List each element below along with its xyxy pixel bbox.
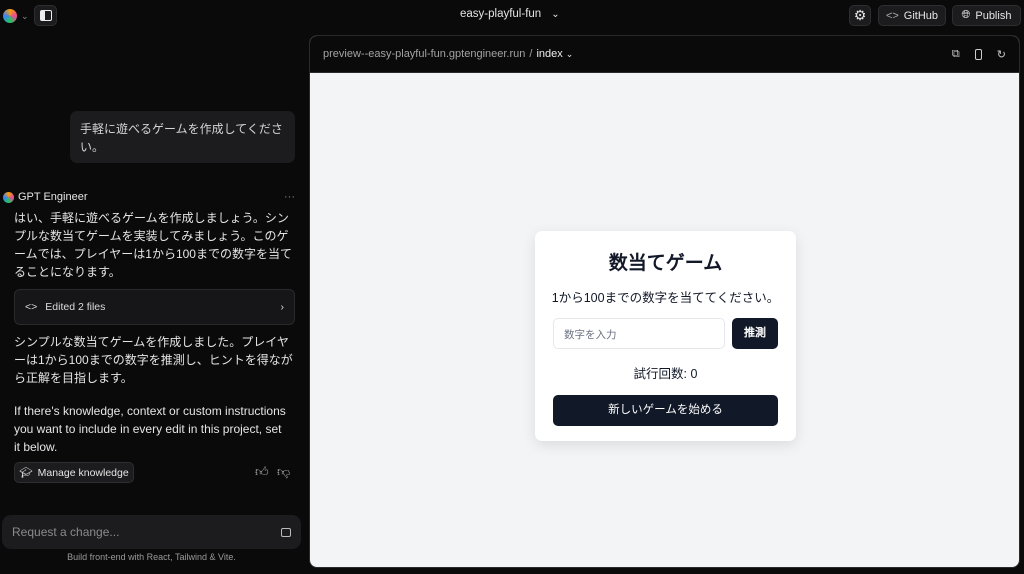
sidebar-icon (39, 10, 52, 21)
open-external-icon[interactable]: ⧉ (952, 48, 960, 61)
page-selector[interactable]: index (536, 48, 562, 60)
project-selector[interactable]: easy-playful-fun ⌄ (460, 8, 560, 20)
graduation-cap-icon: 🎓︎ (19, 467, 33, 479)
toggle-sidebar-button[interactable] (34, 5, 57, 26)
footer-note: Build front-end with React, Tailwind & V… (67, 552, 236, 562)
image-upload-icon[interactable] (281, 527, 291, 537)
chat-input[interactable]: Request a change... (2, 515, 301, 549)
preview-panel: preview--easy-playful-fun.gptengineer.ru… (309, 35, 1020, 568)
number-input-placeholder: 数字を入力 (564, 329, 617, 341)
github-label: GitHub (903, 9, 939, 22)
number-input[interactable]: 数字を入力 (553, 318, 725, 349)
logo-icon (3, 9, 17, 23)
publish-button[interactable]: 🌐︎ Publish (952, 5, 1021, 26)
game-title: 数当てゲーム (608, 253, 723, 274)
preview-url[interactable]: preview--easy-playful-fun.gptengineer.ru… (323, 48, 525, 60)
project-name: easy-playful-fun (460, 8, 542, 20)
code-icon: <> (25, 301, 38, 313)
user-message: 手軽に遊べるゲームを作成してください。 (70, 111, 295, 163)
chat-input-placeholder: Request a change... (12, 525, 120, 539)
assistant-header: GPT Engineer ··· (3, 191, 295, 203)
publish-label: Publish (975, 9, 1012, 22)
new-game-button[interactable]: 新しいゲームを始める (553, 395, 778, 426)
assistant-avatar (3, 191, 14, 203)
edited-files-button[interactable]: <> Edited 2 files › (14, 289, 295, 325)
assistant-name: GPT Engineer (18, 191, 88, 203)
thumbs-up-icon[interactable]: 👍︎ (255, 464, 269, 480)
code-icon: <> (885, 9, 899, 22)
chevron-down-icon: ⌄ (21, 10, 29, 21)
project-menu[interactable]: ⌄ (3, 9, 29, 23)
refresh-icon[interactable]: ↻ (997, 48, 1006, 61)
github-button[interactable]: <> GitHub (878, 5, 946, 26)
chevron-right-icon: › (280, 301, 285, 313)
manage-knowledge-label: Manage knowledge (37, 466, 129, 479)
game-card: 数当てゲーム 1から100までの数字を当ててください。 数字を入力 推測 試行回… (535, 231, 796, 441)
knowledge-text: If there's knowledge, context or custom … (14, 404, 286, 454)
preview-address-bar: preview--easy-playful-fun.gptengineer.ru… (310, 36, 1019, 73)
globe-icon: 🌐︎ (961, 9, 971, 21)
attempts-counter: 試行回数: 0 (633, 367, 698, 381)
thumbs-down-icon[interactable]: 👎︎ (277, 464, 290, 480)
guess-button[interactable]: 推測 (732, 318, 778, 349)
more-options-icon[interactable]: ··· (284, 191, 295, 203)
edited-files-label: Edited 2 files (45, 301, 106, 313)
assistant-intro: はい、手軽に遊べるゲームを作成しましょう。シンプルな数当てゲームを実装してみまし… (14, 211, 292, 279)
url-separator: / (529, 48, 533, 60)
manage-knowledge-button[interactable]: 🎓︎ Manage knowledge (14, 462, 134, 483)
gear-icon: ⚙ (853, 7, 867, 23)
mobile-view-icon[interactable] (974, 48, 982, 60)
assistant-summary: シンプルな数当てゲームを作成しました。プレイヤーは1から100までの数字を推測し… (14, 335, 293, 385)
settings-button[interactable]: ⚙ (849, 5, 871, 26)
chevron-down-icon[interactable]: ⌄ (566, 49, 574, 60)
game-instructions: 1から100までの数字を当ててください。 (551, 291, 780, 305)
chevron-down-icon: ⌄ (551, 8, 560, 20)
